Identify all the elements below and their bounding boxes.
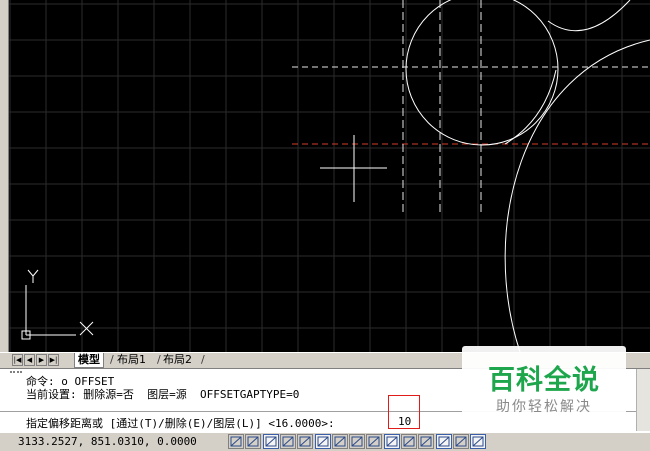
arc-top-connector bbox=[547, 0, 631, 32]
circle-small bbox=[405, 0, 559, 146]
arc-large bbox=[504, 39, 650, 352]
background-grid bbox=[0, 0, 650, 352]
snap-icon[interactable] bbox=[245, 434, 262, 449]
ortho-icon[interactable] bbox=[279, 434, 296, 449]
last-tab-icon[interactable]: ▶| bbox=[48, 354, 59, 366]
status-bar: 3133.2527, 851.0310, 0.0000 bbox=[0, 432, 650, 451]
grid-display-icon[interactable] bbox=[262, 434, 279, 449]
input-highlight-box bbox=[388, 395, 420, 429]
watermark: 百科全说 助你轻松解决 bbox=[462, 346, 626, 420]
lineweight-icon[interactable] bbox=[401, 434, 417, 449]
tab-layout2[interactable]: 布局2 bbox=[160, 353, 195, 367]
3d-object-snap-icon[interactable] bbox=[331, 434, 348, 449]
next-tab-icon[interactable]: ▶ bbox=[36, 354, 47, 366]
object-snap-icon[interactable] bbox=[314, 434, 331, 449]
transparency-icon[interactable] bbox=[418, 434, 435, 449]
crosshair-cursor bbox=[320, 135, 387, 202]
dynamic-input-icon[interactable] bbox=[383, 434, 400, 449]
command-prompt: 指定偏移距离或 [通过(T)/删除(E)/图层(L)] <16.0000>: bbox=[26, 417, 335, 430]
tab-model[interactable]: 模型 bbox=[74, 353, 104, 368]
drawing-area[interactable] bbox=[0, 0, 650, 352]
left-frame-border bbox=[0, 0, 9, 352]
geometry[interactable] bbox=[405, 0, 650, 352]
prev-tab-icon[interactable]: ◀ bbox=[24, 354, 35, 366]
polar-tracking-icon[interactable] bbox=[297, 434, 314, 449]
object-snap-tracking-icon[interactable] bbox=[349, 434, 366, 449]
centerlines bbox=[292, 0, 650, 215]
watermark-title: 百科全说 bbox=[488, 365, 600, 396]
command-scrollbar[interactable] bbox=[636, 369, 650, 431]
first-tab-icon[interactable]: |◀ bbox=[12, 354, 23, 366]
selection-cycling-icon[interactable] bbox=[452, 434, 469, 449]
command-window-grip[interactable] bbox=[10, 371, 22, 379]
infer-constraints-icon[interactable] bbox=[228, 434, 244, 449]
coordinate-readout[interactable]: 3133.2527, 851.0310, 0.0000 bbox=[18, 435, 197, 448]
annotation-monitor-icon[interactable] bbox=[470, 434, 487, 449]
command-history-line: 命令: o OFFSET bbox=[26, 375, 115, 388]
tab-separator: / bbox=[201, 353, 205, 366]
dynamic-ucs-icon[interactable] bbox=[366, 434, 383, 449]
watermark-subtitle: 助你轻松解决 bbox=[496, 399, 592, 415]
tab-layout1[interactable]: 布局1 bbox=[114, 353, 149, 367]
quick-properties-icon[interactable] bbox=[435, 434, 452, 449]
model-space[interactable] bbox=[0, 0, 650, 352]
command-history-line: 当前设置: 删除源=否 图层=源 OFFSETGAPTYPE=0 bbox=[26, 388, 300, 401]
